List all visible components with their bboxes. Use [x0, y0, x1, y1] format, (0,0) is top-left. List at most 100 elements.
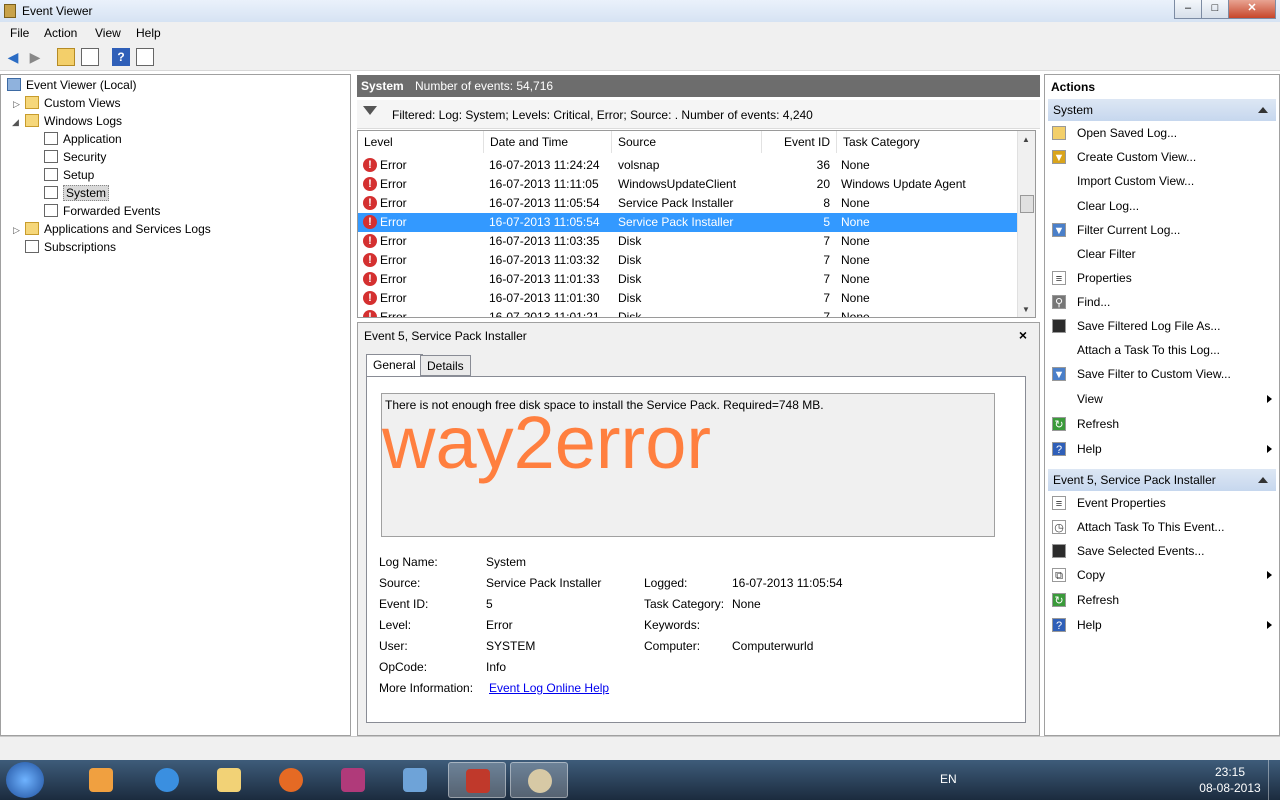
menu-file[interactable]: File [10, 26, 29, 40]
minimize-button[interactable]: – [1174, 0, 1202, 19]
taskbar-paint[interactable] [510, 762, 568, 798]
action-help[interactable]: ? Help [1052, 439, 1274, 459]
action-properties[interactable]: ≡ Properties [1052, 268, 1274, 288]
menu-view[interactable]: View [95, 26, 121, 40]
event-action-copy[interactable]: ⧉ Copy [1052, 565, 1274, 585]
status-bar [0, 736, 1280, 761]
action-label: Event Properties [1077, 496, 1166, 510]
scroll-up-arrow-icon[interactable]: ▲ [1022, 135, 1030, 144]
event-action-event-properties[interactable]: ≡ Event Properties [1052, 493, 1274, 513]
log-icon [44, 132, 58, 145]
vertical-scrollbar[interactable]: ▲ ▼ [1017, 131, 1035, 317]
taskbar-winrar[interactable] [324, 762, 382, 798]
show-hide-action-pane-icon[interactable] [136, 48, 154, 66]
table-row[interactable]: ! Error 16-07-2013 11:01:21 Disk 7 None [358, 308, 1020, 318]
start-button[interactable] [6, 762, 44, 798]
column-header-task-category[interactable]: Task Category [837, 131, 1020, 153]
column-header-level[interactable]: Level [358, 131, 484, 153]
tree-node-forwarded-events[interactable]: Forwarded Events [44, 202, 160, 220]
table-row[interactable]: ! Error 16-07-2013 11:05:54 Service Pack In… [358, 213, 1020, 232]
column-header-source[interactable]: Source [612, 131, 762, 153]
close-button[interactable]: ✕ [1228, 0, 1276, 19]
language-indicator[interactable]: EN [940, 772, 957, 786]
paint-icon [528, 769, 552, 793]
action-filter-current-log[interactable]: ▼ Filter Current Log... [1052, 220, 1274, 240]
expand-arrow-icon[interactable]: ▷ [13, 225, 20, 236]
table-row[interactable]: ! Error 16-07-2013 11:03:32 Disk 7 None [358, 251, 1020, 270]
collapse-up-icon[interactable] [1258, 477, 1268, 483]
scroll-down-arrow-icon[interactable]: ▼ [1022, 305, 1030, 314]
event-action-save-selected-events[interactable]: Save Selected Events... [1052, 541, 1274, 561]
table-row[interactable]: ! Error 16-07-2013 11:01:33 Disk 7 None [358, 270, 1020, 289]
filter-bar: Filtered: Log: System; Levels: Critical,… [357, 100, 1040, 129]
action-view[interactable]: View [1052, 389, 1274, 409]
taskbar-media-player[interactable] [72, 762, 130, 798]
action-refresh[interactable]: ↻ Refresh [1052, 414, 1274, 434]
tree-node-event-viewer-local[interactable]: Event Viewer (Local) [7, 76, 137, 94]
forward-arrow-icon[interactable]: ▶ [26, 48, 44, 66]
column-header-event-id[interactable]: Event ID [762, 131, 837, 153]
clock[interactable]: 23:15 08-08-2013 [1196, 764, 1264, 796]
event-action-attach-task-to-this-event[interactable]: ◷ Attach Task To This Event... [1052, 517, 1274, 537]
table-row[interactable]: ! Error 16-07-2013 11:01:30 Disk 7 None [358, 289, 1020, 308]
event-log-online-help-link[interactable]: Event Log Online Help [489, 681, 609, 695]
show-hide-tree-icon[interactable] [81, 48, 99, 66]
value-source: Service Pack Installer [486, 576, 602, 590]
action-clear-filter[interactable]: Clear Filter [1052, 244, 1274, 264]
collapse-arrow-icon[interactable]: ◢ [12, 117, 19, 128]
action-save-filtered-log-file-as[interactable]: Save Filtered Log File As... [1052, 316, 1274, 336]
label-logged: Logged: [644, 576, 688, 590]
cell-event-id: 7 [823, 310, 830, 318]
tree-node-custom-views[interactable]: Custom Views [25, 94, 120, 112]
table-row[interactable]: ! Error 16-07-2013 11:03:35 Disk 7 None [358, 232, 1020, 251]
open-folder-icon[interactable] [57, 48, 75, 66]
show-desktop-button[interactable] [1268, 760, 1280, 800]
table-row[interactable]: ! Error 16-07-2013 11:24:24 volsnap 36 None [358, 156, 1020, 175]
collapse-up-icon[interactable] [1258, 107, 1268, 113]
taskbar-internet-explorer[interactable] [138, 762, 196, 798]
table-row[interactable]: ! Error 16-07-2013 11:11:05 WindowsUpdateCl… [358, 175, 1020, 194]
tree-node-setup[interactable]: Setup [44, 166, 94, 184]
menu-help[interactable]: Help [136, 26, 161, 40]
detail-title: Event 5, Service Pack Installer [364, 329, 527, 343]
actions-section-system[interactable]: System [1048, 99, 1276, 121]
action-save-filter-to-custom-view[interactable]: ▼ Save Filter to Custom View... [1052, 364, 1274, 384]
tree-node-subscriptions[interactable]: Subscriptions [25, 238, 116, 256]
close-detail-icon[interactable]: × [1019, 327, 1027, 343]
tree-node-security[interactable]: Security [44, 148, 106, 166]
event-list[interactable]: Level Date and Time Source Event ID Task… [357, 130, 1036, 318]
action-open-saved-log[interactable]: Open Saved Log... [1052, 123, 1274, 143]
cell-event-id: 5 [823, 215, 830, 229]
tree-node-windows-logs[interactable]: Windows Logs [25, 112, 122, 130]
taskbar-event-viewer[interactable] [448, 762, 506, 798]
taskbar-explorer[interactable] [200, 762, 258, 798]
tree-node-system[interactable]: System [44, 184, 110, 202]
event-action-refresh[interactable]: ↻ Refresh [1052, 590, 1274, 610]
scroll-thumb[interactable] [1020, 195, 1034, 213]
action-attach-a-task-to-this-log[interactable]: Attach a Task To this Log... [1052, 340, 1274, 360]
cell-event-id: 36 [816, 158, 830, 172]
tab-general[interactable]: General [366, 354, 423, 377]
tree-node-apps-services-logs[interactable]: Applications and Services Logs [25, 220, 211, 238]
action-clear-log[interactable]: Clear Log... [1052, 196, 1274, 216]
action-create-custom-view[interactable]: ▼ Create Custom View... [1052, 147, 1274, 167]
expand-arrow-icon[interactable]: ▷ [13, 99, 20, 110]
taskbar-firefox[interactable] [262, 762, 320, 798]
tab-details[interactable]: Details [420, 355, 471, 376]
refresh-icon: ↻ [1052, 417, 1066, 431]
column-header-date[interactable]: Date and Time [484, 131, 612, 153]
actions-section-event[interactable]: Event 5, Service Pack Installer [1048, 469, 1276, 491]
back-arrow-icon[interactable]: ◀ [4, 48, 22, 66]
tree-node-application[interactable]: Application [44, 130, 122, 148]
event-action-help[interactable]: ? Help [1052, 615, 1274, 635]
taskbar-photo-viewer[interactable] [386, 762, 444, 798]
help-icon[interactable]: ? [112, 48, 130, 66]
maximize-button[interactable]: □ [1201, 0, 1229, 19]
action-find[interactable]: ⚲ Find... [1052, 292, 1274, 312]
table-row[interactable]: ! Error 16-07-2013 11:05:54 Service Pack In… [358, 194, 1020, 213]
menu-action[interactable]: Action [44, 26, 77, 40]
value-computer: Computerwurld [732, 639, 814, 653]
action-import-custom-view[interactable]: Import Custom View... [1052, 171, 1274, 191]
system-tray-icons[interactable] [970, 772, 1180, 788]
action-label: Copy [1077, 568, 1106, 582]
